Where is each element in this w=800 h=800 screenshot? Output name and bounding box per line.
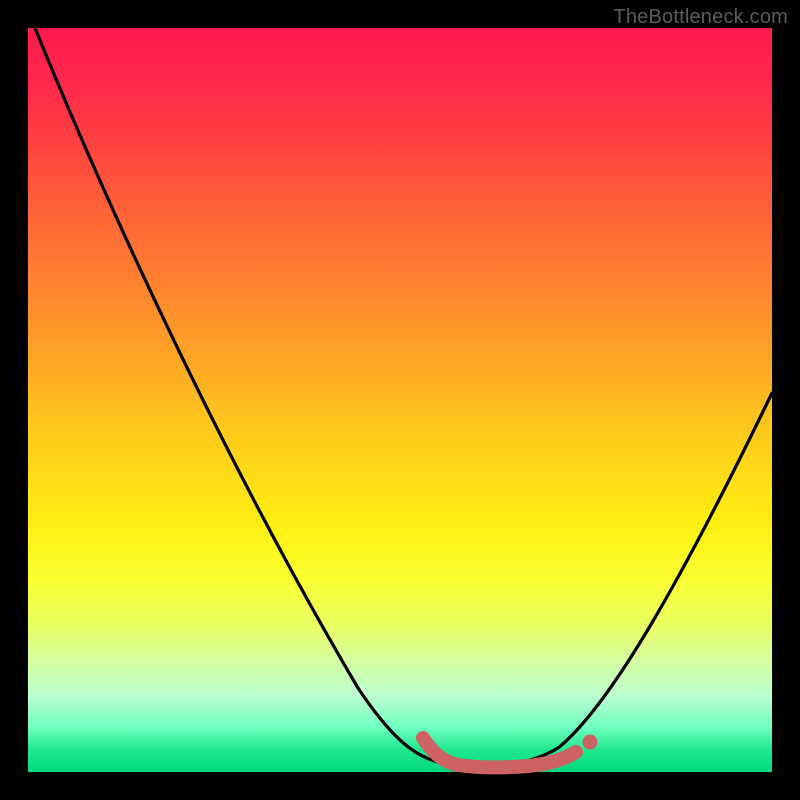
optimal-zone-marker bbox=[423, 738, 576, 767]
optimal-zone-end-marker bbox=[583, 735, 598, 750]
chart-frame: TheBottleneck.com bbox=[0, 0, 800, 800]
bottleneck-curve-path bbox=[35, 28, 772, 766]
attribution-text: TheBottleneck.com bbox=[613, 6, 788, 29]
bottleneck-curve-svg bbox=[28, 28, 772, 772]
